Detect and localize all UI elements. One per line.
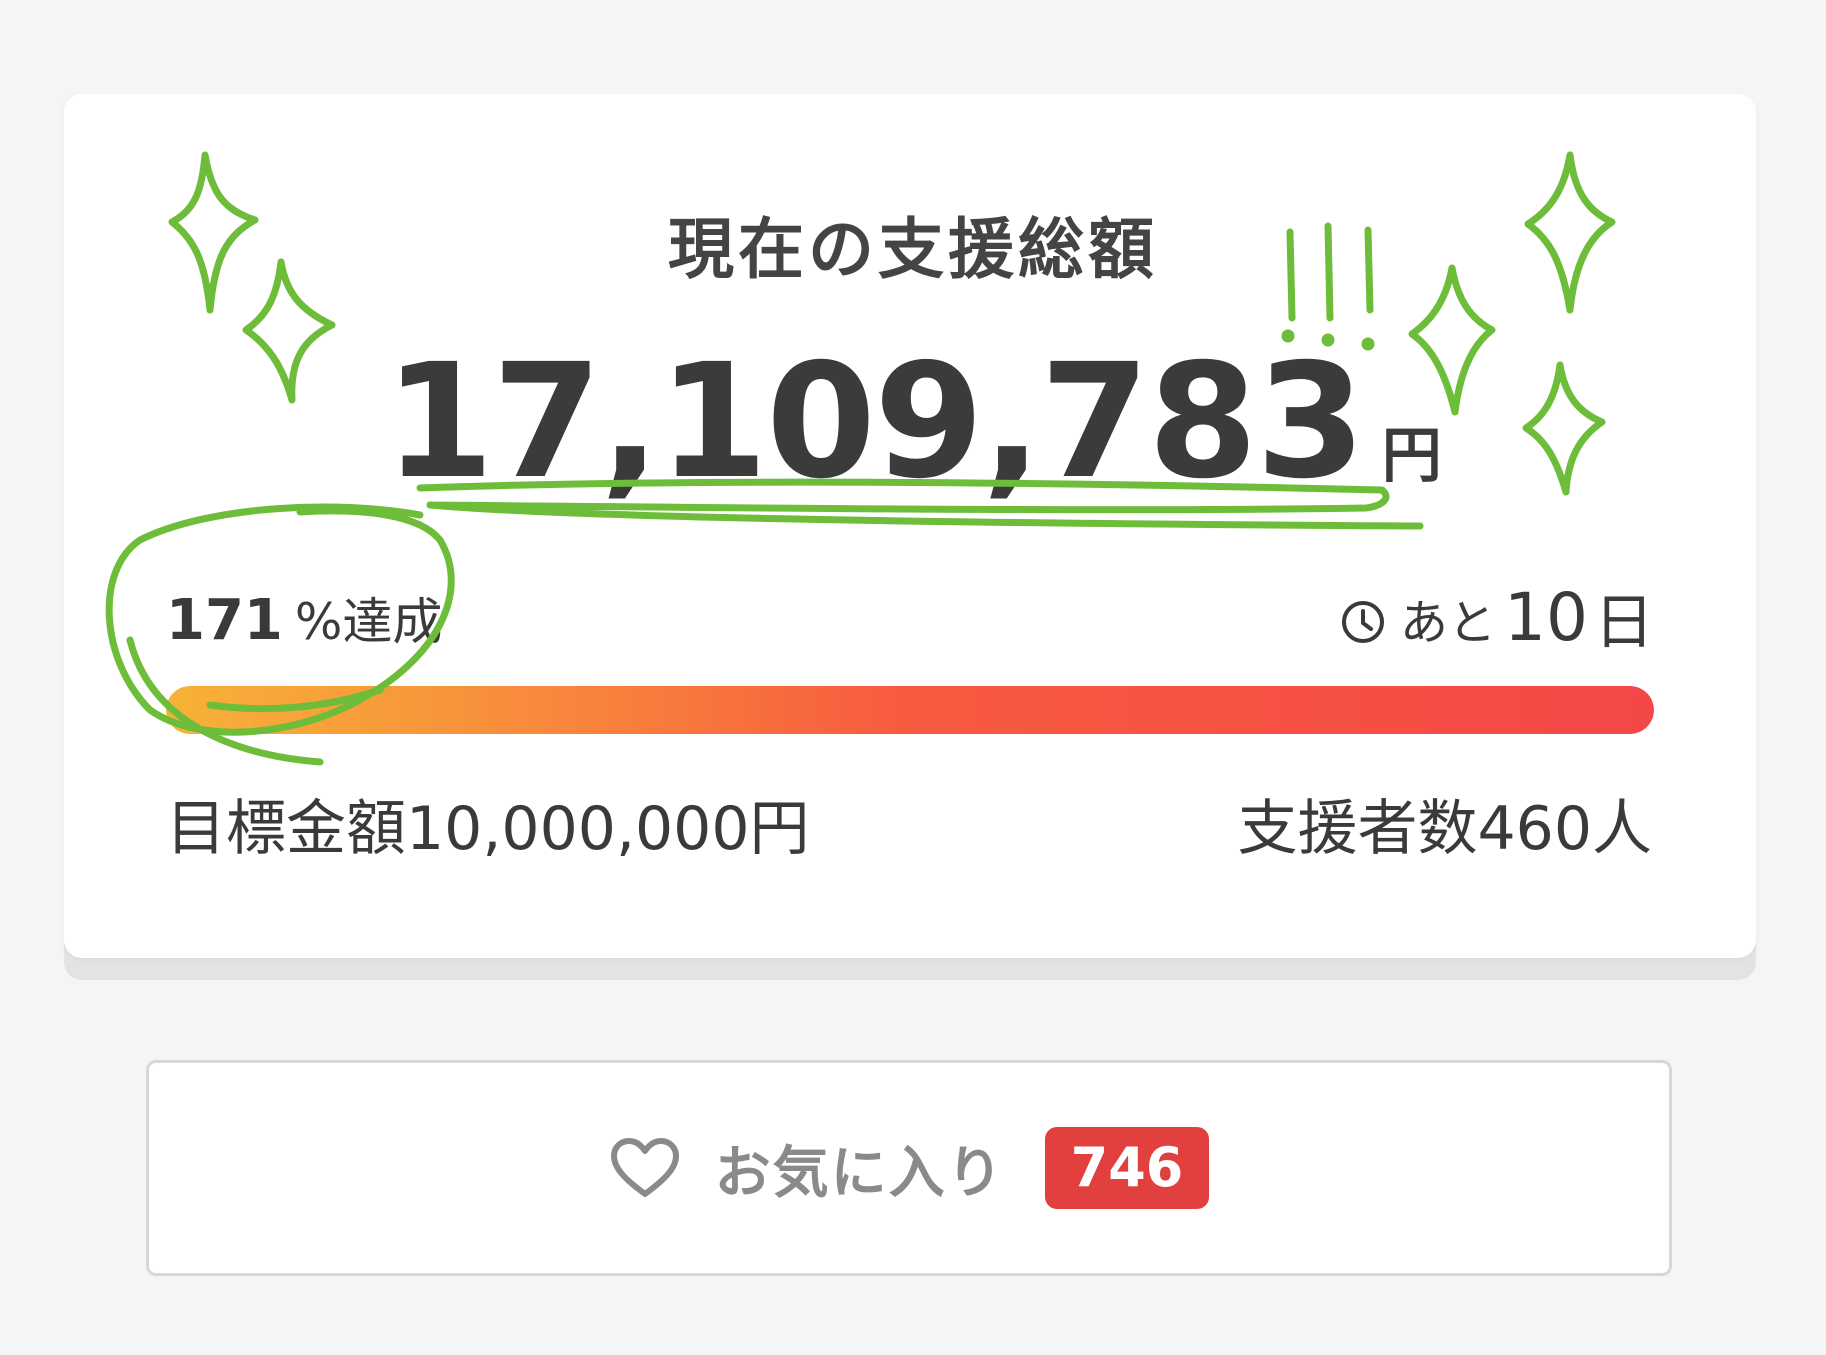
- goal-amount: 目標金額10,000,000円: [166, 794, 810, 864]
- favorite-label: お気に入り: [714, 1140, 1005, 1206]
- clock-icon: [1342, 600, 1384, 643]
- heart-icon: [610, 1138, 679, 1197]
- progress-bar: [166, 686, 1654, 734]
- remaining-unit: 日: [1594, 588, 1654, 658]
- favorite-button[interactable]: お気に入り 746: [146, 1060, 1672, 1276]
- remaining-prefix: あと: [1400, 594, 1497, 651]
- total-amount-unit: 円: [1381, 421, 1442, 491]
- remaining-days: 10: [1504, 579, 1588, 656]
- card-title: 現在の支援総額: [668, 211, 1158, 288]
- supporter-count: 支援者数460人: [1237, 794, 1652, 864]
- favorite-count-badge: 746: [1044, 1127, 1210, 1209]
- achievement-percent: 171: [166, 588, 283, 653]
- remaining-time: あと 10 日: [1340, 574, 1654, 661]
- total-amount-value: 17,109,783: [384, 330, 1366, 514]
- total-amount: 17,109,783 円: [0, 330, 1826, 514]
- achievement-label: %達成: [294, 593, 443, 651]
- progress-bar-fill: [166, 686, 1654, 734]
- achievement-rate: 171 %達成: [166, 582, 442, 654]
